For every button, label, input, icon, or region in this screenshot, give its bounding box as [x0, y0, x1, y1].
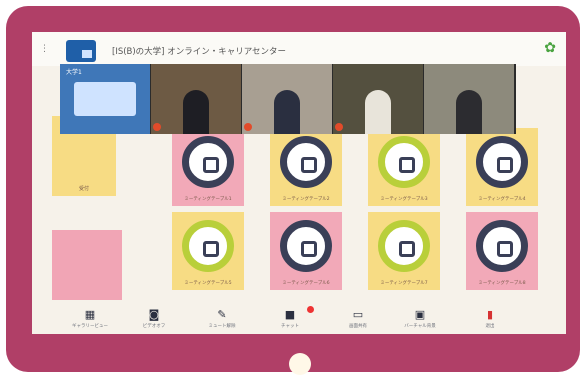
participant-avatar — [456, 90, 482, 134]
mic-muted-icon — [335, 123, 343, 131]
mic-off-icon: ✎ — [217, 308, 227, 321]
table-caption: ミーティングテーブル6 — [282, 281, 330, 286]
video-off-button[interactable]: ◙ ビデオオフ — [134, 308, 174, 329]
table-card[interactable]: ミーティングテーブル2 — [270, 128, 342, 206]
table-caption: ミーティングテーブル2 — [282, 197, 330, 202]
leave-icon: ▮ — [486, 308, 494, 321]
header-bar: ⋮ [IS(B)の大学] オンライン・キャリアセンター ✿ — [32, 32, 566, 66]
virtual-bg-icon: ▣ — [414, 308, 426, 321]
video-tile[interactable] — [151, 64, 241, 134]
screen-share-icon: ▭ — [352, 308, 364, 321]
home-button[interactable] — [289, 353, 311, 375]
table-card[interactable]: ミーティングテーブル3 — [368, 128, 440, 206]
page-title: [IS(B)の大学] オンライン・キャリアセンター — [112, 47, 287, 57]
table-caption: ミーティングテーブル4 — [478, 197, 526, 202]
tablet-frame: ⋮ [IS(B)の大学] オンライン・キャリアセンター ✿ 受付 ミーティングテ… — [6, 6, 580, 375]
table-caption: ミーティングテーブル5 — [184, 281, 232, 286]
room-caption: 受付 — [78, 186, 89, 192]
round-table-icon — [476, 136, 528, 188]
table-card[interactable]: ミーティングテーブル5 — [172, 212, 244, 290]
round-table-icon — [378, 220, 430, 272]
table-caption: ミーティングテーブル8 — [478, 281, 526, 286]
unmute-button[interactable]: ✎ ミュート解除 — [202, 308, 242, 329]
table-card[interactable]: ミーティングテーブル7 — [368, 212, 440, 290]
room-pink[interactable] — [52, 230, 122, 300]
gallery-view-button[interactable]: ▦ ギャラリービュー — [70, 308, 110, 329]
round-table-icon — [280, 136, 332, 188]
table-caption: ミーティングテーブル1 — [184, 197, 232, 202]
video-tile-label: 大学1 — [66, 69, 82, 76]
camera-off-icon: ◙ — [148, 308, 160, 321]
chat-icon: ■ — [285, 306, 314, 321]
video-tile[interactable] — [333, 64, 423, 134]
toolbar-label: 退出 — [485, 324, 495, 329]
grid-icon: ▦ — [84, 308, 96, 321]
table-caption: ミーティングテーブル7 — [380, 281, 428, 286]
table-card[interactable]: ミーティングテーブル1 — [172, 128, 244, 206]
meeting-toolbar: ▦ ギャラリービュー ◙ ビデオオフ ✎ ミュート解除 ■ チャット ▭ 画面共… — [60, 304, 540, 334]
toolbar-label: ミュート解除 — [208, 324, 236, 329]
participant-avatar — [183, 90, 209, 134]
notification-badge — [306, 306, 314, 313]
round-table-icon — [280, 220, 332, 272]
participant-avatar — [274, 90, 300, 134]
toolbar-label: ギャラリービュー — [72, 324, 108, 329]
virtual-background-button[interactable]: ▣ バーチャル背景 — [400, 308, 440, 329]
mic-muted-icon — [244, 123, 252, 131]
gear-icon[interactable]: ✿ — [544, 40, 556, 56]
participant-avatar — [365, 90, 391, 134]
toolbar-label: チャット — [281, 324, 299, 329]
leave-button[interactable]: ▮ 退出 — [470, 308, 510, 329]
round-table-icon — [182, 136, 234, 188]
toolbar-label: ビデオオフ — [142, 324, 166, 329]
chat-button[interactable]: ■ チャット — [270, 306, 314, 329]
video-tile[interactable] — [242, 64, 332, 134]
table-card[interactable]: ミーティングテーブル4 — [466, 128, 538, 206]
app-screen: ⋮ [IS(B)の大学] オンライン・キャリアセンター ✿ 受付 ミーティングテ… — [32, 32, 566, 334]
screen-share-button[interactable]: ▭ 画面共有 — [338, 308, 378, 329]
round-table-icon — [378, 136, 430, 188]
shared-screen-thumbnail — [74, 82, 136, 116]
table-caption: ミーティングテーブル3 — [380, 197, 428, 202]
menu-dots-icon[interactable]: ⋮ — [40, 44, 49, 54]
video-strip: 大学1 — [60, 64, 516, 134]
video-tile[interactable]: 大学1 — [60, 64, 150, 134]
video-tile[interactable] — [424, 64, 514, 134]
toolbar-label: 画面共有 — [349, 324, 367, 329]
table-card[interactable]: ミーティングテーブル6 — [270, 212, 342, 290]
toolbar-label: バーチャル背景 — [404, 324, 436, 329]
round-table-icon — [182, 220, 234, 272]
app-logo — [66, 40, 96, 62]
round-table-icon — [476, 220, 528, 272]
mic-muted-icon — [153, 123, 161, 131]
table-card[interactable]: ミーティングテーブル8 — [466, 212, 538, 290]
